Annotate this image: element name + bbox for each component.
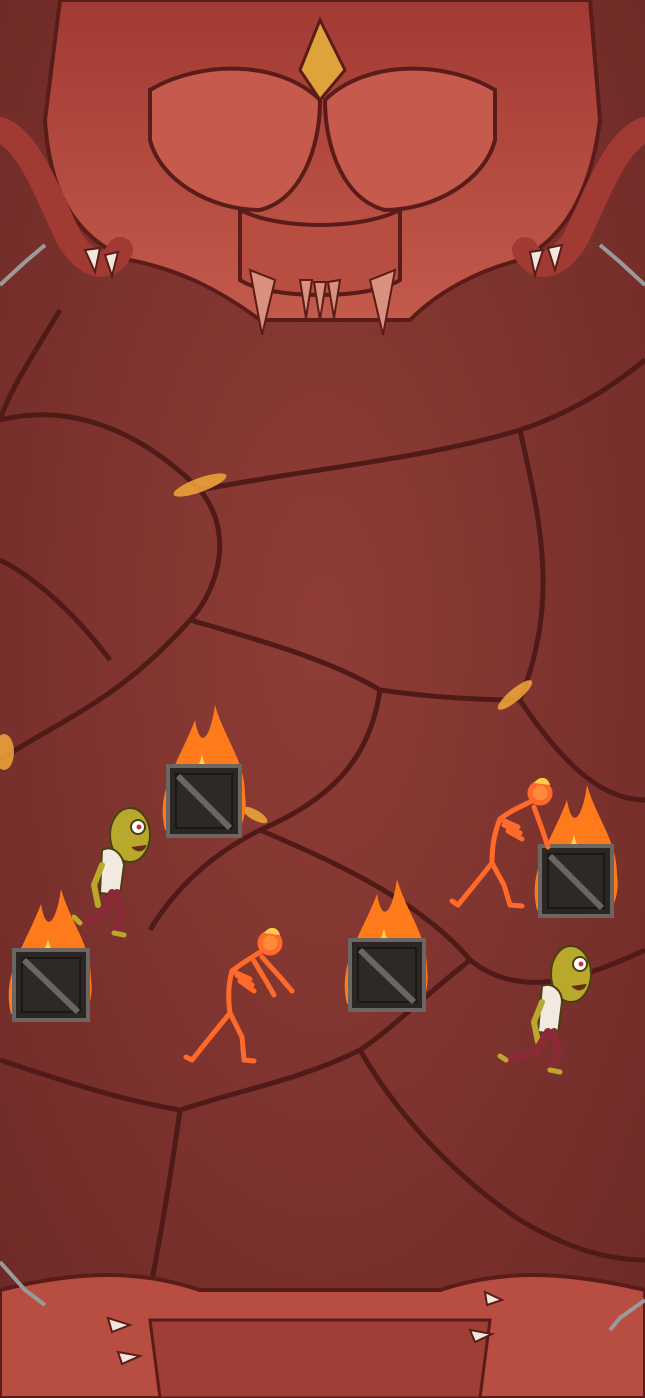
skeleton-icon <box>183 927 295 1064</box>
zombie-icon <box>497 945 592 1075</box>
zombie-2[interactable] <box>496 942 596 1077</box>
skeleton-icon <box>449 777 553 909</box>
dungeon-floor-background <box>0 0 645 1398</box>
crate-icon <box>348 938 426 1012</box>
game-stage[interactable] <box>0 0 645 1398</box>
fire-skeleton-2[interactable] <box>448 775 558 915</box>
burning-crate-3[interactable] <box>342 874 434 1014</box>
zombie-icon <box>72 807 151 938</box>
fire-skeleton-1[interactable] <box>182 925 307 1070</box>
burning-crate-1[interactable] <box>160 700 250 840</box>
crate-icon <box>166 764 242 838</box>
zombie-1[interactable] <box>72 805 157 940</box>
crate-icon <box>12 948 90 1022</box>
